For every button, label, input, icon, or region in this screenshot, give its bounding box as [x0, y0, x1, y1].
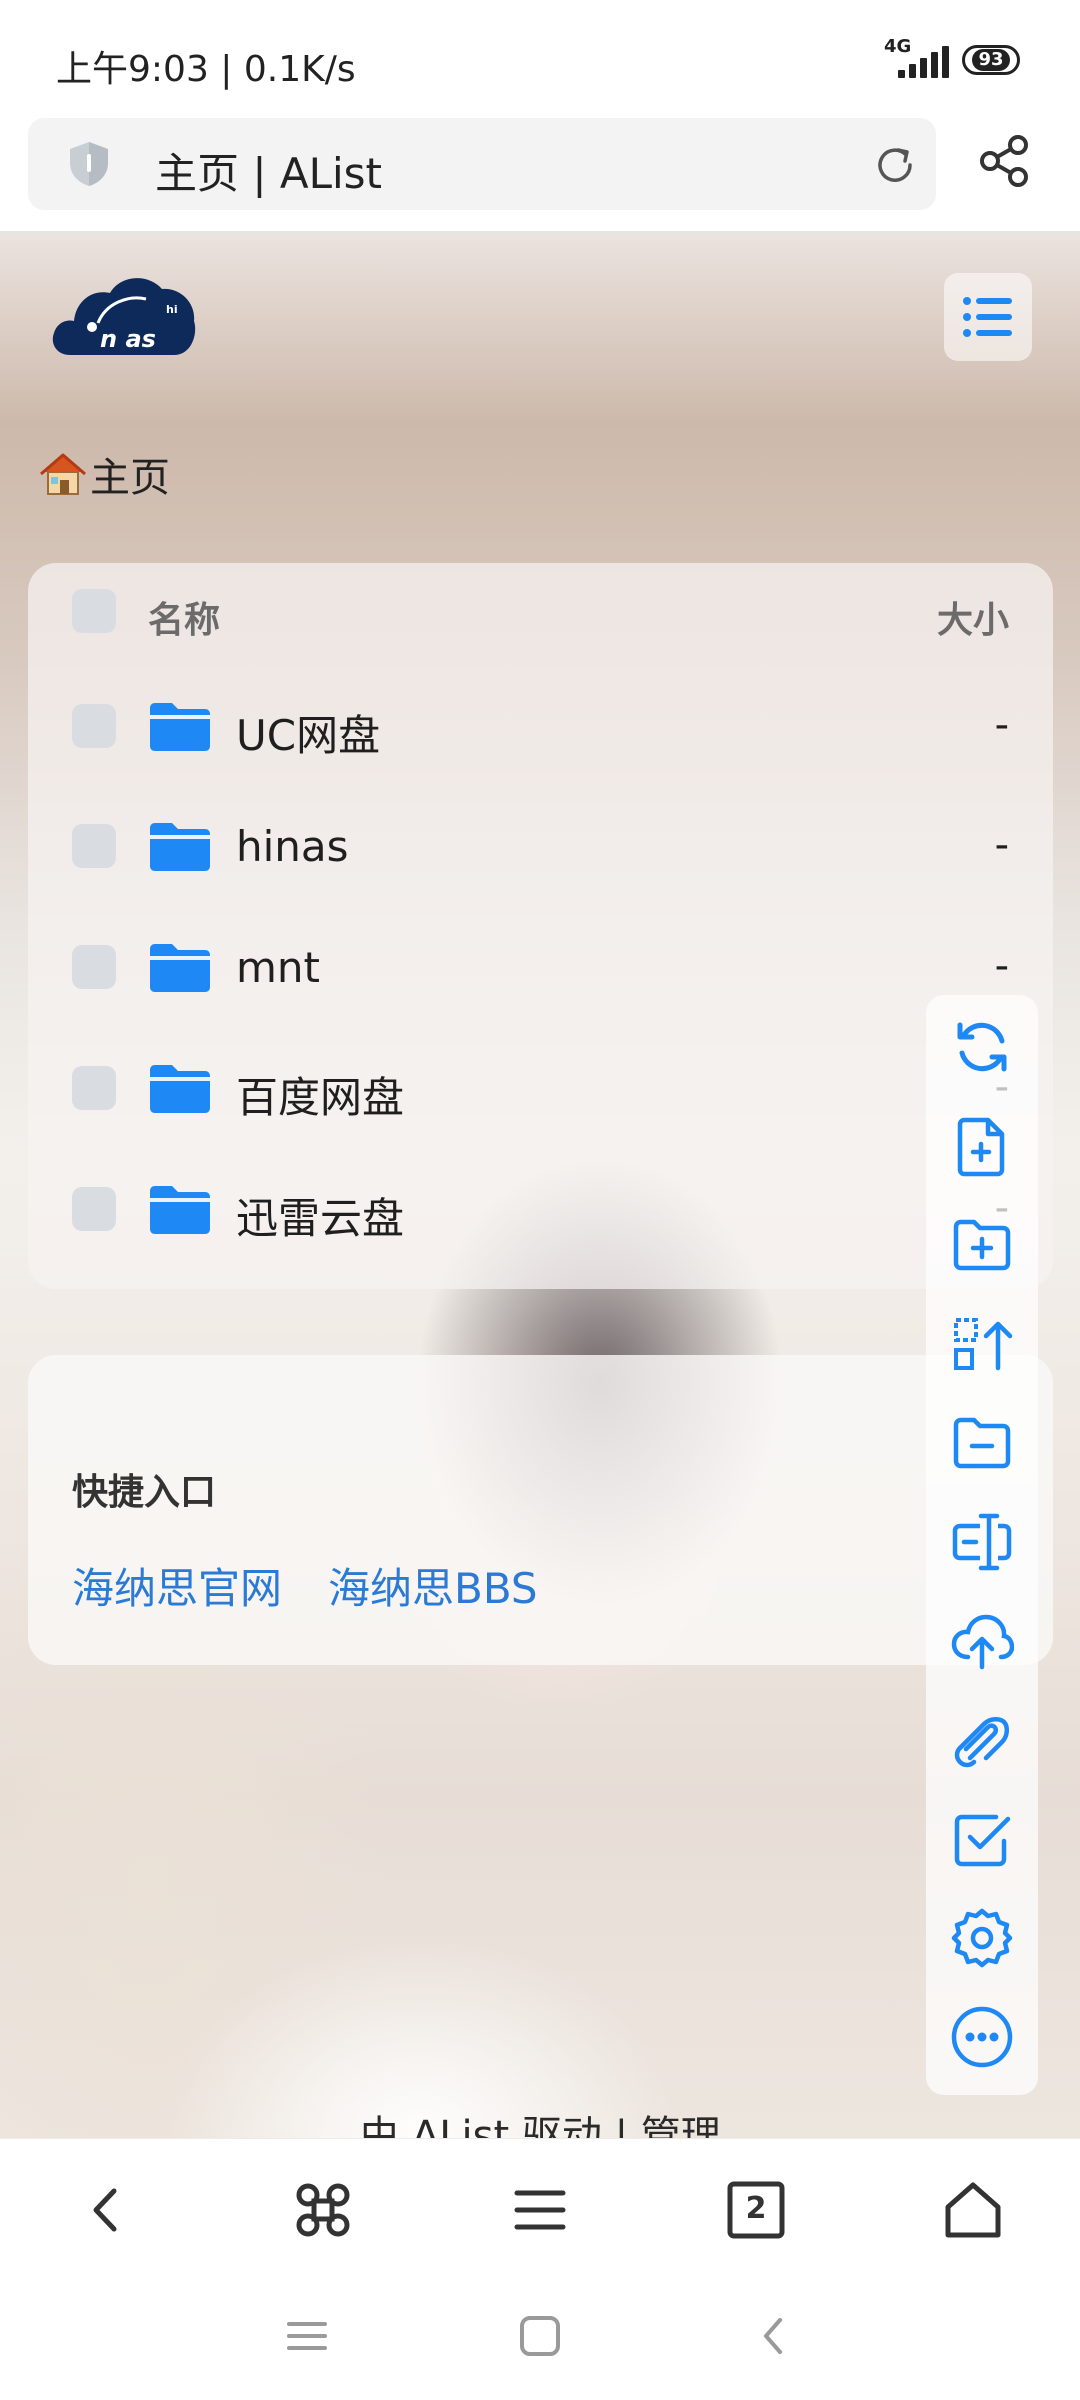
- url-box[interactable]: 主页 | AList: [28, 118, 936, 210]
- column-size[interactable]: 大小: [937, 591, 1009, 643]
- home-gesture-icon[interactable]: [516, 2312, 564, 2360]
- file-row[interactable]: 迅雷云盘 -: [28, 1169, 1053, 1249]
- tab-count: 2: [745, 2191, 767, 2226]
- menu-icon[interactable]: [507, 2177, 573, 2243]
- folder-icon: [150, 823, 210, 871]
- quick-access-card: 快捷入口 海纳思官网 海纳思BBS: [28, 1355, 1053, 1665]
- recents-icon[interactable]: [283, 2312, 331, 2360]
- file-row[interactable]: hinas -: [28, 806, 1053, 886]
- cloud-upload-icon[interactable]: [950, 1609, 1014, 1673]
- battery-icon: 93: [962, 45, 1020, 75]
- file-name: UC网盘: [236, 711, 381, 760]
- address-bar: 主页 | AList: [0, 115, 1080, 233]
- select-all-checkbox[interactable]: [72, 589, 116, 633]
- logo-text: n as: [100, 325, 156, 353]
- menu-button[interactable]: [944, 273, 1032, 361]
- row-checkbox[interactable]: [72, 1066, 116, 1110]
- folder-icon: [150, 944, 210, 992]
- row-checkbox[interactable]: [72, 945, 116, 989]
- link-bbs[interactable]: 海纳思BBS: [328, 1555, 538, 1616]
- share-icon[interactable]: [976, 133, 1032, 189]
- file-name: 迅雷云盘: [236, 1194, 405, 1243]
- command-icon[interactable]: [290, 2177, 356, 2243]
- refresh-icon[interactable]: [950, 1015, 1014, 1079]
- column-name[interactable]: 名称: [148, 591, 220, 643]
- reload-icon[interactable]: [872, 142, 918, 188]
- settings-icon[interactable]: [950, 1906, 1014, 1970]
- file-name: mnt: [236, 943, 320, 992]
- checkbox-icon[interactable]: [950, 1807, 1014, 1871]
- row-checkbox[interactable]: [72, 1187, 116, 1231]
- file-row[interactable]: 百度网盘 -: [28, 1048, 1053, 1128]
- folder-minus-icon[interactable]: [950, 1411, 1014, 1475]
- status-time: 上午9:03 | 0.1K/s: [56, 49, 356, 90]
- file-row[interactable]: UC网盘 -: [28, 686, 1053, 766]
- system-nav-bar: [0, 2278, 1080, 2400]
- file-list-header: 名称 大小: [28, 571, 1053, 651]
- footer[interactable]: 由 AList 驱动 | 管理: [0, 2103, 1080, 2138]
- file-name: 百度网盘: [236, 1073, 405, 1122]
- link-icon[interactable]: [950, 1708, 1014, 1772]
- folder-icon: [150, 1186, 210, 1234]
- breadcrumb-label: 主页: [90, 455, 170, 501]
- upload-select-icon[interactable]: [950, 1312, 1014, 1376]
- logo-small-text: hi: [166, 303, 178, 316]
- page-title[interactable]: 主页 | AList: [155, 140, 382, 201]
- new-folder-icon[interactable]: [950, 1213, 1014, 1277]
- more-icon[interactable]: [950, 2005, 1014, 2069]
- file-row[interactable]: mnt -: [28, 927, 1053, 1007]
- back-gesture-icon[interactable]: [750, 2312, 798, 2360]
- page-content: hi n as 主页 名称 大小 UC网盘 - hinas - mnt - 百度…: [0, 233, 1080, 2138]
- house-icon: [40, 453, 86, 495]
- back-icon[interactable]: [74, 2177, 140, 2243]
- file-name: hinas: [236, 822, 349, 871]
- row-checkbox[interactable]: [72, 824, 116, 868]
- row-checkbox[interactable]: [72, 704, 116, 748]
- status-bar: 上午9:03 | 0.1K/s 4G 93: [0, 0, 1080, 115]
- file-size: -: [994, 702, 1009, 748]
- quick-access-title: 快捷入口: [72, 1472, 217, 1513]
- file-size: -: [994, 943, 1009, 989]
- folder-icon: [150, 1065, 210, 1113]
- battery-level: 93: [972, 49, 1010, 71]
- file-size: -: [994, 822, 1009, 868]
- browser-bottom-nav: 2: [0, 2138, 1080, 2279]
- link-official-site[interactable]: 海纳思官网: [72, 1555, 282, 1616]
- signal-icon: 4G: [884, 36, 949, 78]
- breadcrumb[interactable]: 主页: [38, 445, 170, 503]
- tabs-icon[interactable]: 2: [723, 2177, 789, 2243]
- new-file-icon[interactable]: [950, 1114, 1014, 1178]
- list-icon: [963, 297, 1012, 337]
- home-icon[interactable]: [940, 2177, 1006, 2243]
- side-toolbar: [926, 995, 1038, 2095]
- folder-icon: [150, 703, 210, 751]
- file-list: 名称 大小 UC网盘 - hinas - mnt - 百度网盘 -: [28, 563, 1053, 1289]
- rename-icon[interactable]: [950, 1510, 1014, 1574]
- hinas-logo[interactable]: hi n as: [48, 263, 200, 363]
- shield-icon[interactable]: [64, 139, 114, 189]
